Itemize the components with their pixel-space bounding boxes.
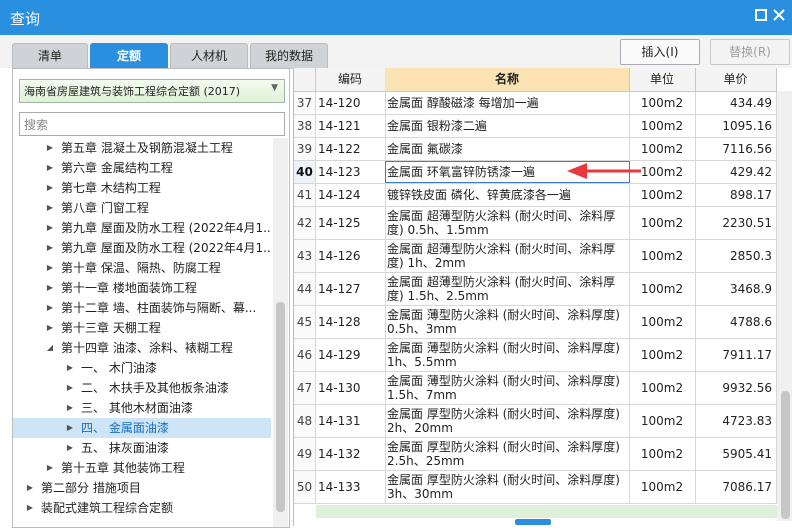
table-scrollbar-thumb[interactable] [781,391,790,519]
table-row[interactable]: 48 14-131 金属面 厚型防火涂料 (耐火时间、涂料厚度) 2h、20mm… [294,405,777,438]
collapse-arrow-icon[interactable]: ◢ [45,338,55,358]
expand-arrow-icon[interactable]: ▶ [65,358,75,378]
table-row[interactable]: 38 14-121 金属面 银粉漆二遍 100m2 1095.16 [294,115,777,138]
chevron-down-icon: ▼ [271,83,278,93]
tree-node[interactable]: ▶ 三、 其他木材面油漆 [13,398,271,418]
tree-node-selected[interactable]: ▶ 四、 金属面油漆 [13,418,271,438]
tab-my-data[interactable]: 我的数据 [250,43,328,69]
expand-arrow-icon[interactable]: ▶ [65,418,75,438]
tab-bar: 清单 定额 人材机 我的数据 插入(I) 替换(R) [0,35,792,69]
tree-node[interactable]: ▶ 第十三章 天棚工程 [13,318,271,338]
search-placeholder: 搜索 [24,118,49,132]
expand-arrow-icon[interactable]: ▶ [45,258,55,278]
name-header[interactable]: 名称 [385,68,630,91]
table-header: 编码 名称 单位 单价 [294,68,777,92]
tab-quota[interactable]: 定额 [90,43,168,69]
panel-splitter-handle[interactable] [515,519,551,525]
replace-button[interactable]: 替换(R) [710,39,790,65]
tree-node[interactable]: ▶ 第六章 金属结构工程 [13,158,271,178]
table-scrollbar[interactable] [777,91,792,521]
tree-node[interactable]: ▶ 第十一章 楼地面装饰工程 [13,278,271,298]
window-title: 查询 [10,10,41,28]
unit-header[interactable]: 单位 [629,68,696,91]
table-row[interactable]: 50 14-133 金属面 厚型防火涂料 (耐火时间、涂料厚度) 3h、30mm… [294,471,777,504]
tree-node[interactable]: ▶ 装配式建筑工程综合定额 [13,498,271,518]
table-row[interactable]: 45 14-128 金属面 薄型防火涂料 (耐火时间、涂料厚度) 0.5h、3m… [294,306,777,339]
expand-arrow-icon[interactable]: ▶ [45,218,55,238]
tree-node[interactable]: ▶ 第五章 混凝土及钢筋混凝土工程 [13,138,271,158]
tree-node[interactable]: ▶ 第二部分 措施项目 [13,478,271,498]
expand-arrow-icon[interactable]: ▶ [45,198,55,218]
title-bar: 查询 [0,0,792,35]
table-row[interactable]: 41 14-124 镀锌铁皮面 磷化、锌黄底漆各一遍 100m2 898.17 [294,184,777,207]
tree-node[interactable]: ▶ 第十章 保温、隔热、防腐工程 [13,258,271,278]
tree-node[interactable]: ▶ 二、 木扶手及其他板条油漆 [13,378,271,398]
expand-arrow-icon[interactable]: ▶ [45,178,55,198]
tree-node[interactable]: ▶ 第九章 屋面及防水工程 (2022年4月1... [13,238,271,258]
tree-scrollbar-thumb[interactable] [276,302,285,512]
tree-node[interactable]: ▶ 第七章 木结构工程 [13,178,271,198]
tree-node[interactable]: ◢ 第十四章 油漆、涂料、裱糊工程 [13,338,271,358]
expand-arrow-icon[interactable]: ▶ [45,318,55,338]
table-row[interactable]: 49 14-132 金属面 厚型防火涂料 (耐火时间、涂料厚度) 2.5h、25… [294,438,777,471]
table-row[interactable]: 47 14-130 金属面 薄型防火涂料 (耐火时间、涂料厚度) 1.5h、7m… [294,372,777,405]
tree-node[interactable]: ▶ 第十五章 其他装饰工程 [13,458,271,478]
minimize-icon[interactable] [752,8,770,26]
table-row-current[interactable]: 40 14-123 金属面 环氧富锌防锈漆一遍 100m2 429.42 [294,161,777,184]
table-row[interactable]: 42 14-125 金属面 超薄型防火涂料 (耐火时间、涂料厚度) 0.5h、1… [294,207,777,240]
expand-arrow-icon[interactable]: ▶ [65,438,75,458]
tree-scrollbar[interactable] [273,138,288,527]
table-row[interactable]: 44 14-127 金属面 超薄型防火涂料 (耐火时间、涂料厚度) 1.5h、2… [294,273,777,306]
tree-node[interactable]: ▶ 一、 木门油漆 [13,358,271,378]
table-row[interactable]: 43 14-126 金属面 超薄型防火涂料 (耐火时间、涂料厚度) 1h、2mm… [294,240,777,273]
expand-arrow-icon[interactable]: ▶ [45,158,55,178]
index-header [294,68,316,91]
search-input[interactable]: 搜索 [19,112,285,136]
expand-arrow-icon[interactable]: ▶ [25,478,35,498]
quota-library-select[interactable]: 海南省房屋建筑与装饰工程综合定额 (2017) ▼ [19,79,285,103]
chapter-tree: ▶ 第五章 混凝土及钢筋混凝土工程 ▶ 第六章 金属结构工程 ▶ 第七章 木结构工程 … [13,138,271,527]
quota-library-value: 海南省房屋建筑与装饰工程综合定额 (2017) [24,85,241,98]
tree-node[interactable]: ▶ 第八章 门窗工程 [13,198,271,218]
close-icon[interactable] [770,8,788,26]
quota-tree-panel: 海南省房屋建筑与装饰工程综合定额 (2017) ▼ 搜索 ▶ 第五章 混凝土及钢筋… [12,68,290,528]
expand-arrow-icon[interactable]: ▶ [45,238,55,258]
tree-node[interactable]: ▶ 第九章 屋面及防水工程 (2022年4月1... [13,218,271,238]
price-header[interactable]: 单价 [695,68,777,91]
tab-labor-material-machine[interactable]: 人材机 [170,43,248,69]
expand-arrow-icon[interactable]: ▶ [65,398,75,418]
expand-arrow-icon[interactable]: ▶ [45,138,55,158]
expand-arrow-icon[interactable]: ▶ [25,498,35,518]
expand-arrow-icon[interactable]: ▶ [45,298,55,318]
expand-arrow-icon[interactable]: ▶ [45,458,55,478]
expand-arrow-icon[interactable]: ▶ [45,278,55,298]
table-footer [316,505,777,518]
insert-button[interactable]: 插入(I) [620,39,700,65]
annotation-arrow-icon [567,163,641,179]
tab-bill[interactable]: 清单 [12,43,88,69]
code-header[interactable]: 编码 [315,68,386,91]
table-row[interactable]: 39 14-122 金属面 氟碳漆 100m2 7116.56 [294,138,777,161]
table-row[interactable]: 37 14-120 金属面 醇酸磁漆 每增加一遍 100m2 434.49 [294,92,777,115]
quota-table-panel: 编码 名称 单位 单价 37 14-120 金属面 醇酸磁漆 每增加一遍 100… [293,68,792,526]
expand-arrow-icon[interactable]: ▶ [65,378,75,398]
tree-node[interactable]: ▶ 第十二章 墙、柱面装饰与隔断、幕... [13,298,271,318]
tree-node[interactable]: ▶ 五、 抹灰面油漆 [13,438,271,458]
table-row[interactable]: 46 14-129 金属面 薄型防火涂料 (耐火时间、涂料厚度) 1h、5.5m… [294,339,777,372]
